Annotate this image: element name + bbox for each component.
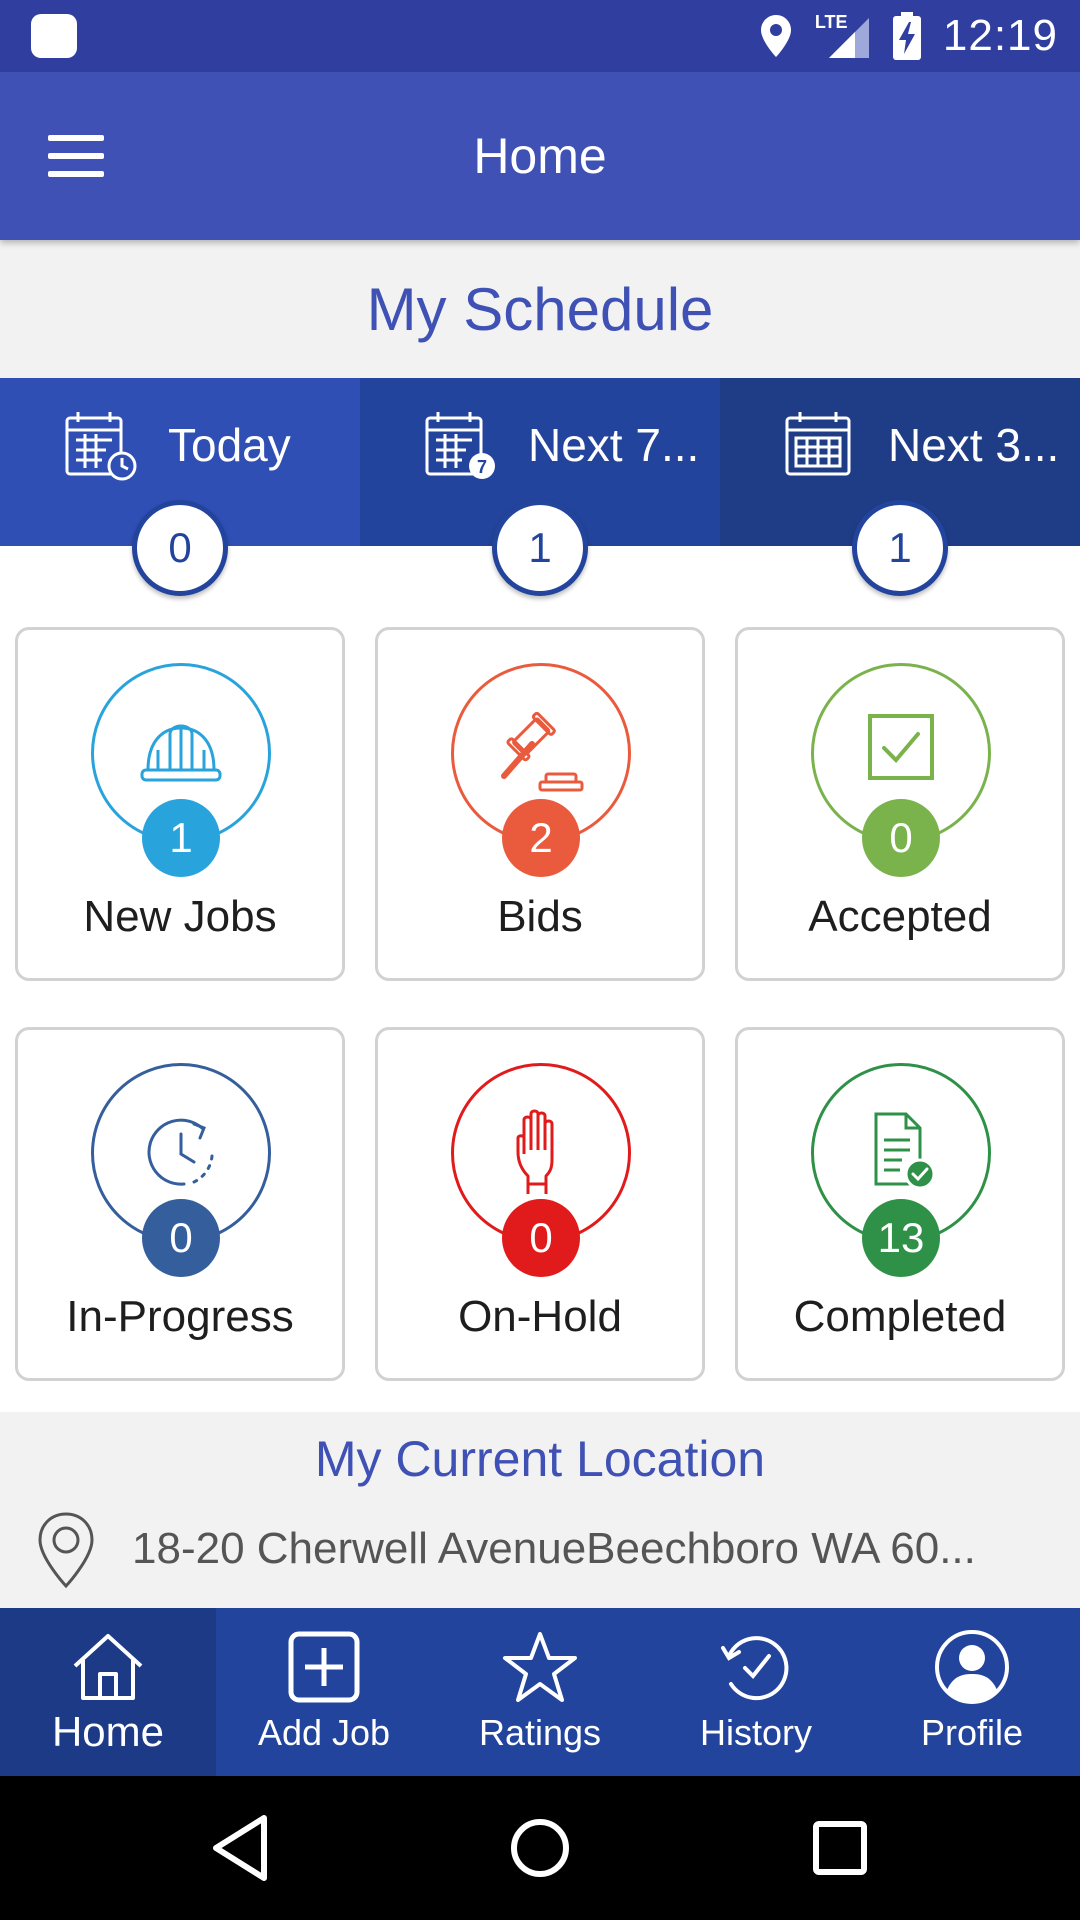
location-title: My Current Location xyxy=(314,1431,766,1487)
home-circle-icon[interactable] xyxy=(502,1810,578,1886)
card-on-hold[interactable]: 0 On-Hold xyxy=(375,1027,705,1381)
card-on-hold-label: On-Hold xyxy=(458,1292,622,1341)
card-new-jobs-label: New Jobs xyxy=(83,892,277,941)
page-title: Home xyxy=(473,128,607,184)
star-icon xyxy=(503,1632,577,1702)
schedule-tabs: Today 0 7 Next 7... 1 Next 3... 1 xyxy=(0,378,1080,596)
tab-today[interactable]: Today 0 xyxy=(0,378,360,596)
card-in-progress-count: 0 xyxy=(142,1199,220,1277)
card-bids[interactable]: 2 Bids xyxy=(375,627,705,981)
hard-hat-icon xyxy=(140,724,222,782)
app-bar: Home xyxy=(0,72,1080,240)
back-icon[interactable] xyxy=(202,1810,278,1886)
clock-progress-icon xyxy=(147,1118,214,1186)
tab-today-label: Today xyxy=(168,419,291,471)
card-completed-label: Completed xyxy=(793,1292,1007,1341)
card-in-progress-circle: 0 xyxy=(91,1063,271,1277)
nav-add-job[interactable]: Add Job xyxy=(216,1608,432,1776)
card-accepted[interactable]: 0 Accepted xyxy=(735,627,1065,981)
add-box-icon xyxy=(288,1631,360,1703)
document-check-icon xyxy=(874,1112,936,1190)
status-icons: LTE 12:19 xyxy=(759,8,1058,64)
nav-history-label: History xyxy=(699,1712,812,1753)
tab-next-7-count: 1 xyxy=(492,500,588,596)
tab-next-30-count: 1 xyxy=(852,500,948,596)
checkbox-icon xyxy=(868,714,934,780)
nav-home[interactable]: Home xyxy=(0,1608,216,1776)
tab-next-30[interactable]: Next 3... 1 xyxy=(720,378,1080,596)
card-completed-circle: 13 xyxy=(811,1063,991,1277)
tab-next-30-label: Next 3... xyxy=(888,419,1060,471)
calendar-icon xyxy=(785,412,851,476)
tab-next-7-label: Next 7... xyxy=(528,419,700,471)
home-icon xyxy=(73,1634,143,1700)
card-new-jobs-count: 1 xyxy=(142,799,220,877)
card-accepted-circle: 0 xyxy=(811,663,991,877)
nav-history[interactable]: History xyxy=(648,1608,864,1776)
map-pin-icon xyxy=(38,1512,94,1589)
svg-text:7: 7 xyxy=(477,457,487,477)
status-time: 12:19 xyxy=(942,11,1058,60)
app-icon xyxy=(31,14,77,58)
card-bids-label: Bids xyxy=(497,892,583,941)
schedule-header: My Schedule xyxy=(0,240,1080,378)
card-accepted-count: 0 xyxy=(862,799,940,877)
status-bar: LTE 12:19 xyxy=(0,0,1080,72)
card-in-progress-label: In-Progress xyxy=(66,1292,294,1341)
recents-icon[interactable] xyxy=(802,1810,878,1886)
card-new-jobs-circle: 1 xyxy=(91,663,271,877)
card-new-jobs[interactable]: 1 New Jobs xyxy=(15,627,345,981)
current-location-section: My Current Location 18-20 Cherwell Avenu… xyxy=(0,1412,1080,1608)
card-bids-count: 2 xyxy=(502,799,580,877)
nav-ratings-label: Ratings xyxy=(478,1712,602,1753)
calendar-clock-icon xyxy=(65,412,137,481)
tab-today-count: 0 xyxy=(132,500,228,596)
nav-ratings[interactable]: Ratings xyxy=(432,1608,648,1776)
raised-hand-icon xyxy=(516,1109,554,1194)
profile-icon xyxy=(935,1630,1009,1704)
card-bids-circle: 2 xyxy=(451,663,631,877)
nav-profile-label: Profile xyxy=(920,1712,1024,1753)
card-on-hold-count: 0 xyxy=(502,1199,580,1277)
nav-add-job-label: Add Job xyxy=(257,1712,391,1753)
tab-next-7[interactable]: 7 Next 7... 1 xyxy=(360,378,720,596)
card-on-hold-circle: 0 xyxy=(451,1063,631,1277)
schedule-title: My Schedule xyxy=(366,276,714,343)
card-completed[interactable]: 13 Completed xyxy=(735,1027,1065,1381)
location-icon xyxy=(760,15,791,57)
signal-icon: LTE xyxy=(815,12,871,60)
nav-profile[interactable]: Profile xyxy=(864,1608,1080,1776)
history-icon xyxy=(721,1636,789,1701)
network-label: LTE xyxy=(814,12,848,32)
card-completed-count: 13 xyxy=(862,1199,940,1277)
card-accepted-label: Accepted xyxy=(808,892,992,941)
card-in-progress[interactable]: 0 In-Progress xyxy=(15,1027,345,1381)
nav-home-label: Home xyxy=(51,1708,165,1755)
calendar-7-icon: 7 xyxy=(425,412,495,479)
system-navigation-bar xyxy=(0,1776,1080,1920)
battery-charging-icon xyxy=(892,12,921,60)
gavel-icon xyxy=(501,711,584,792)
bottom-navigation: Home Add Job Ratings History Profile xyxy=(0,1608,1080,1776)
location-address[interactable]: 18-20 Cherwell AvenueBeechboro WA 60... xyxy=(132,1524,976,1574)
